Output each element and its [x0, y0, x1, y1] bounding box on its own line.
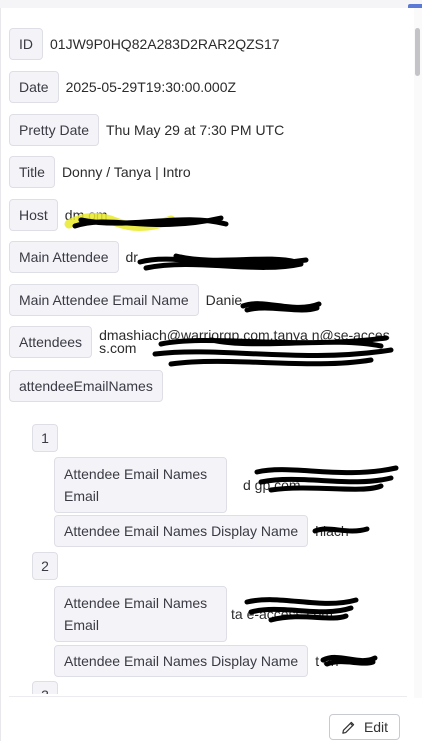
field-label: Title [9, 156, 55, 188]
field-label: Attendee Email Names Display Name [54, 515, 309, 547]
field-id: ID 01JW9P0HQ82A283D2RAR2QZS17 [9, 28, 280, 60]
field-value: t en [315, 653, 339, 669]
field-date: Date 2025-05-29T19:30:00.000Z [9, 71, 236, 103]
field-pretty-date: Pretty Date Thu May 29 at 7:30 PM UTC [9, 114, 284, 146]
field-label: Pretty Date [9, 114, 100, 146]
array-index-2: 2 [32, 552, 58, 580]
field-attendee-email-names: attendeeEmailNames [9, 370, 163, 402]
array-index-3: 3 [32, 681, 58, 694]
field-value: d gp.com [243, 476, 301, 493]
field-label: Main Attendee [9, 241, 119, 273]
field-value: Donny / Tanya | Intro [61, 164, 191, 180]
scrollbar-thumb[interactable] [415, 28, 420, 76]
record-detail-panel: ID 01JW9P0HQ82A283D2RAR2QZS17 Date 2025-… [0, 8, 415, 741]
field-label: attendeeEmailNames [9, 370, 163, 402]
redaction-scribble [137, 253, 309, 271]
attendee-email-names-display-name-1: Attendee Email Names Display Name hiach [54, 515, 349, 547]
footer-divider [9, 696, 407, 697]
field-label: Attendee Email Names Display Name [54, 645, 309, 677]
field-label: Host [9, 199, 58, 231]
field-value: dr [125, 249, 138, 265]
field-label: Attendees [9, 326, 93, 358]
pencil-icon [342, 721, 355, 734]
attendee-email-names-display-name-2: Attendee Email Names Display Name t en [54, 645, 339, 677]
field-main-attendee-email-name: Main Attendee Email Name Danie [9, 284, 242, 316]
field-main-attendee: Main Attendee dr [9, 241, 138, 273]
field-label: Date [9, 71, 59, 103]
field-label: Main Attendee Email Name [9, 284, 199, 316]
field-label: Attendee Email Names Email [54, 586, 227, 642]
attendee-email-names-email-2: Attendee Email Names Email ta e-access.c… [54, 586, 361, 642]
edit-button[interactable]: Edit [329, 714, 400, 740]
field-label: ID [9, 28, 43, 60]
window-top-strip [0, 0, 422, 8]
vertical-scrollbar[interactable] [414, 8, 422, 698]
field-value: Thu May 29 at 7:30 PM UTC [106, 122, 285, 138]
field-value: Danie [205, 292, 243, 308]
field-attendees: Attendees dmashiach@warriorgp.com,tanya … [9, 326, 395, 358]
edit-button-label: Edit [363, 719, 389, 735]
field-value: dmashiach@warriorgp.com,tanya n@se-acces… [99, 327, 390, 356]
record-fields[interactable]: ID 01JW9P0HQ82A283D2RAR2QZS17 Date 2025-… [1, 8, 415, 694]
field-value: hiach [315, 523, 349, 539]
field-value: ta e-access.com [231, 605, 333, 622]
field-title: Title Donny / Tanya | Intro [9, 156, 191, 188]
field-label: Attendee Email Names Email [54, 457, 227, 513]
redaction-scribble [240, 301, 322, 313]
field-value: 01JW9P0HQ82A283D2RAR2QZS17 [50, 36, 280, 52]
field-value: 2025-05-29T19:30:00.000Z [65, 79, 237, 95]
attendee-email-names-email-1: Attendee Email Names Email d gp.com [54, 457, 373, 513]
field-value: dm om [64, 207, 108, 223]
array-index-1: 1 [32, 424, 58, 452]
field-host: Host dm om [9, 199, 108, 231]
